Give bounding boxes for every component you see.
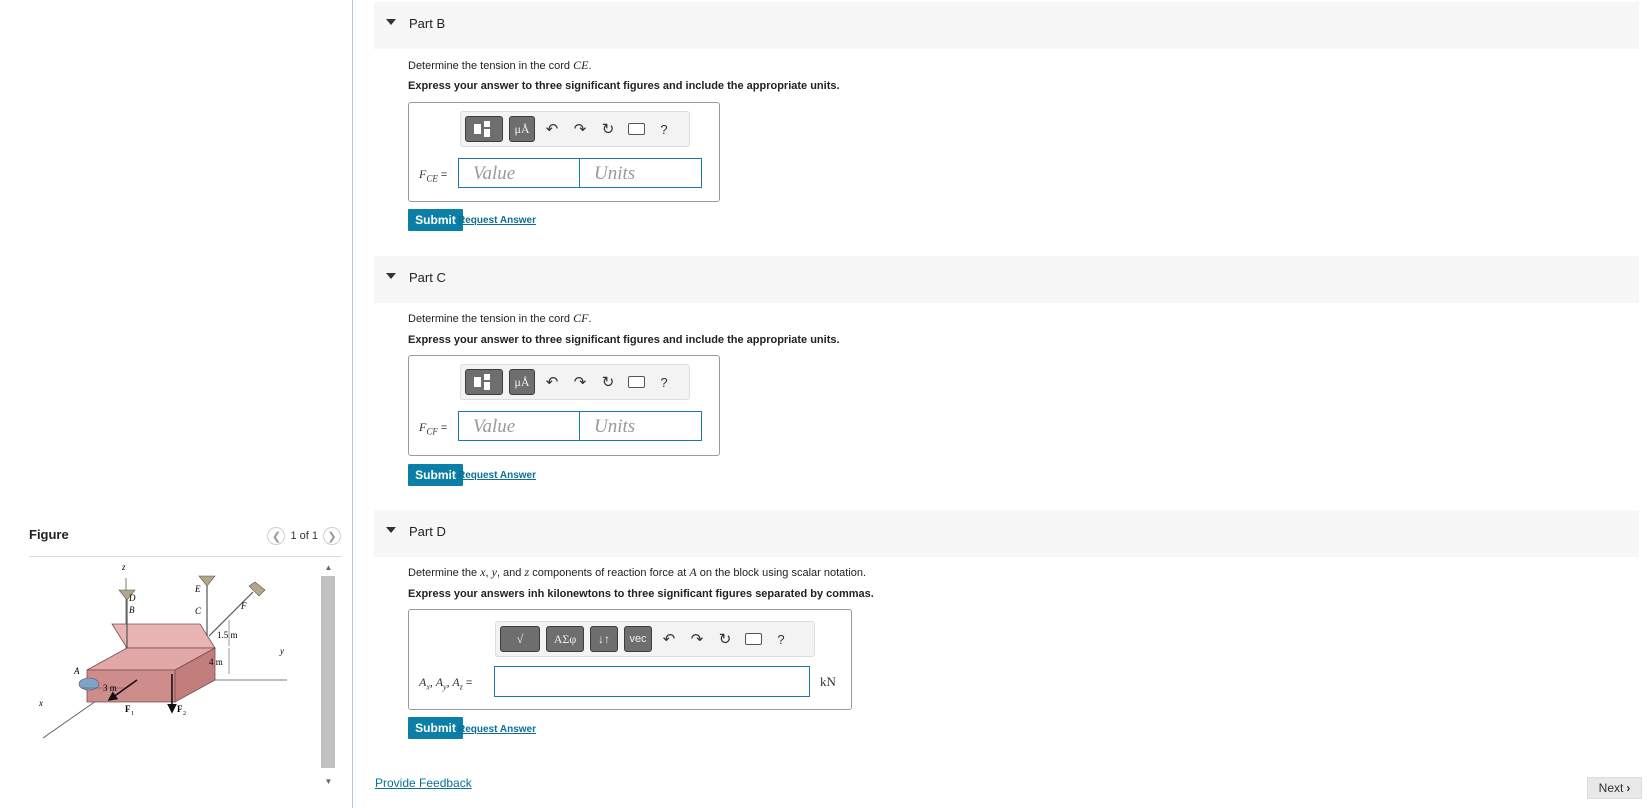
part-d-instructions: Express your answers inh kilonewtons to …: [408, 588, 874, 600]
label-F2-sub: 2: [183, 711, 186, 717]
redo-icon[interactable]: ↷: [569, 370, 591, 394]
label-dim-4m: 4 m: [209, 657, 223, 667]
figure-image: z y x A B C D E F 1.5 m 4 m 3 m F 1 F 2: [29, 562, 319, 792]
label-x: x: [38, 698, 43, 708]
part-c-title: Part C: [409, 270, 446, 285]
part-c-header[interactable]: Part C: [374, 256, 1639, 303]
keyboard-icon[interactable]: [625, 117, 647, 141]
label-F1-sub: 1: [131, 711, 134, 717]
undo-icon[interactable]: ↶: [541, 117, 563, 141]
part-c-request-answer-link[interactable]: Request Answer: [458, 470, 536, 481]
part-d-request-answer-link[interactable]: Request Answer: [458, 724, 536, 735]
label-A: A: [73, 666, 80, 676]
sqrt-template-icon[interactable]: √: [500, 626, 540, 652]
label-y: y: [279, 646, 284, 656]
part-c-answer-box: μÅ ↶ ↷ ↻ ? FCF = Value Units: [408, 355, 720, 456]
part-d-answer-input[interactable]: [494, 666, 810, 697]
main-content: Part B Determine the tension in the cord…: [374, 0, 1639, 808]
keyboard-icon[interactable]: [625, 370, 647, 394]
figure-scrollbar[interactable]: ▲ ▼: [320, 560, 337, 792]
undo-icon[interactable]: ↶: [541, 370, 563, 394]
part-b-title: Part B: [409, 16, 446, 31]
reset-icon[interactable]: ↻: [597, 370, 619, 394]
block-diagram: z y x A B C D E F 1.5 m 4 m 3 m F 1 F 2: [38, 562, 287, 739]
label-E: E: [194, 584, 201, 594]
label-B: B: [129, 605, 135, 615]
figure-nav: ❮ 1 of 1 ❯: [267, 527, 341, 545]
label-dim-1-5m: 1.5 m: [217, 630, 238, 640]
provide-feedback-link[interactable]: Provide Feedback: [375, 776, 472, 790]
label-C: C: [195, 606, 202, 616]
part-d-answer-box: √ ΑΣφ ↓↑ vec ↶ ↷ ↻ ? Ax, Ay, Az = kN: [408, 609, 852, 710]
part-b-instructions: Express your answer to three significant…: [408, 80, 840, 92]
part-c-prompt: Determine the tension in the cord CF.: [408, 311, 592, 325]
part-b-header[interactable]: Part B: [374, 2, 1639, 49]
chevron-right-icon: ›: [1626, 781, 1631, 795]
reset-icon[interactable]: ↻: [714, 627, 736, 651]
part-d-var-label: Ax, Ay, Az =: [419, 675, 473, 692]
next-label: Next: [1598, 781, 1624, 795]
help-icon[interactable]: ?: [653, 117, 675, 141]
undo-icon[interactable]: ↶: [658, 627, 680, 651]
subscript-arrows-icon[interactable]: ↓↑: [590, 626, 618, 652]
collapse-caret-icon[interactable]: [386, 19, 396, 25]
part-b-request-answer-link[interactable]: Request Answer: [458, 215, 536, 226]
part-c-var-label: FCF =: [419, 420, 448, 437]
greek-symbols-icon[interactable]: ΑΣφ: [546, 626, 584, 652]
part-b-value-input[interactable]: Value: [458, 158, 580, 188]
keyboard-icon[interactable]: [742, 627, 764, 651]
mu-a-icon[interactable]: μÅ: [509, 116, 535, 142]
math-toolbar: √ ΑΣφ ↓↑ vec ↶ ↷ ↻ ?: [495, 621, 815, 657]
part-b-var-label: FCE =: [419, 167, 448, 184]
templates-icon[interactable]: [465, 369, 503, 395]
label-D: D: [128, 593, 136, 603]
math-toolbar: μÅ ↶ ↷ ↻ ?: [460, 364, 690, 400]
mu-a-icon[interactable]: μÅ: [509, 369, 535, 395]
scroll-up-icon[interactable]: ▲: [320, 560, 337, 574]
redo-icon[interactable]: ↷: [686, 627, 708, 651]
label-dim-3m: 3 m: [103, 683, 117, 693]
collapse-caret-icon[interactable]: [386, 273, 396, 279]
part-d-submit-button[interactable]: Submit: [408, 717, 463, 739]
part-d-header[interactable]: Part D: [374, 510, 1639, 557]
collapse-caret-icon[interactable]: [386, 527, 396, 533]
figure-header: Figure ❮ 1 of 1 ❯: [29, 520, 341, 557]
pane-divider: [352, 0, 353, 808]
part-d-title: Part D: [409, 524, 446, 539]
part-c-units-input[interactable]: Units: [580, 411, 702, 441]
figure-counter: 1 of 1: [290, 530, 318, 542]
vec-icon[interactable]: vec: [624, 626, 652, 652]
part-c-instructions: Express your answer to three significant…: [408, 334, 840, 346]
help-icon[interactable]: ?: [770, 627, 792, 651]
math-toolbar: μÅ ↶ ↷ ↻ ?: [460, 111, 690, 147]
figure-title: Figure: [29, 527, 69, 542]
figure-prev-button[interactable]: ❮: [267, 527, 286, 545]
left-pane: Figure ❮ 1 of 1 ❯ z y x A B C D E F 1.5 …: [0, 0, 352, 808]
label-F: F: [240, 601, 247, 611]
reset-icon[interactable]: ↻: [597, 117, 619, 141]
part-b-units-input[interactable]: Units: [580, 158, 702, 188]
part-b-submit-button[interactable]: Submit: [408, 209, 463, 231]
figure-next-button[interactable]: ❯: [323, 527, 341, 545]
part-c-value-input[interactable]: Value: [458, 411, 580, 441]
scroll-down-icon[interactable]: ▼: [320, 774, 337, 788]
block-front: [86, 669, 176, 703]
next-button[interactable]: Next ›: [1587, 777, 1642, 799]
redo-icon[interactable]: ↷: [569, 117, 591, 141]
part-b-prompt: Determine the tension in the cord CE.: [408, 58, 592, 72]
part-d-prompt: Determine the x, y, and z components of …: [408, 565, 867, 579]
part-b-answer-box: μÅ ↶ ↷ ↻ ? FCE = Value Units: [408, 102, 720, 202]
label-z: z: [121, 562, 126, 572]
help-icon[interactable]: ?: [653, 370, 675, 394]
scroll-thumb[interactable]: [321, 576, 335, 768]
part-c-submit-button[interactable]: Submit: [408, 464, 463, 486]
templates-icon[interactable]: [465, 116, 503, 142]
part-d-unit: kN: [820, 674, 836, 689]
